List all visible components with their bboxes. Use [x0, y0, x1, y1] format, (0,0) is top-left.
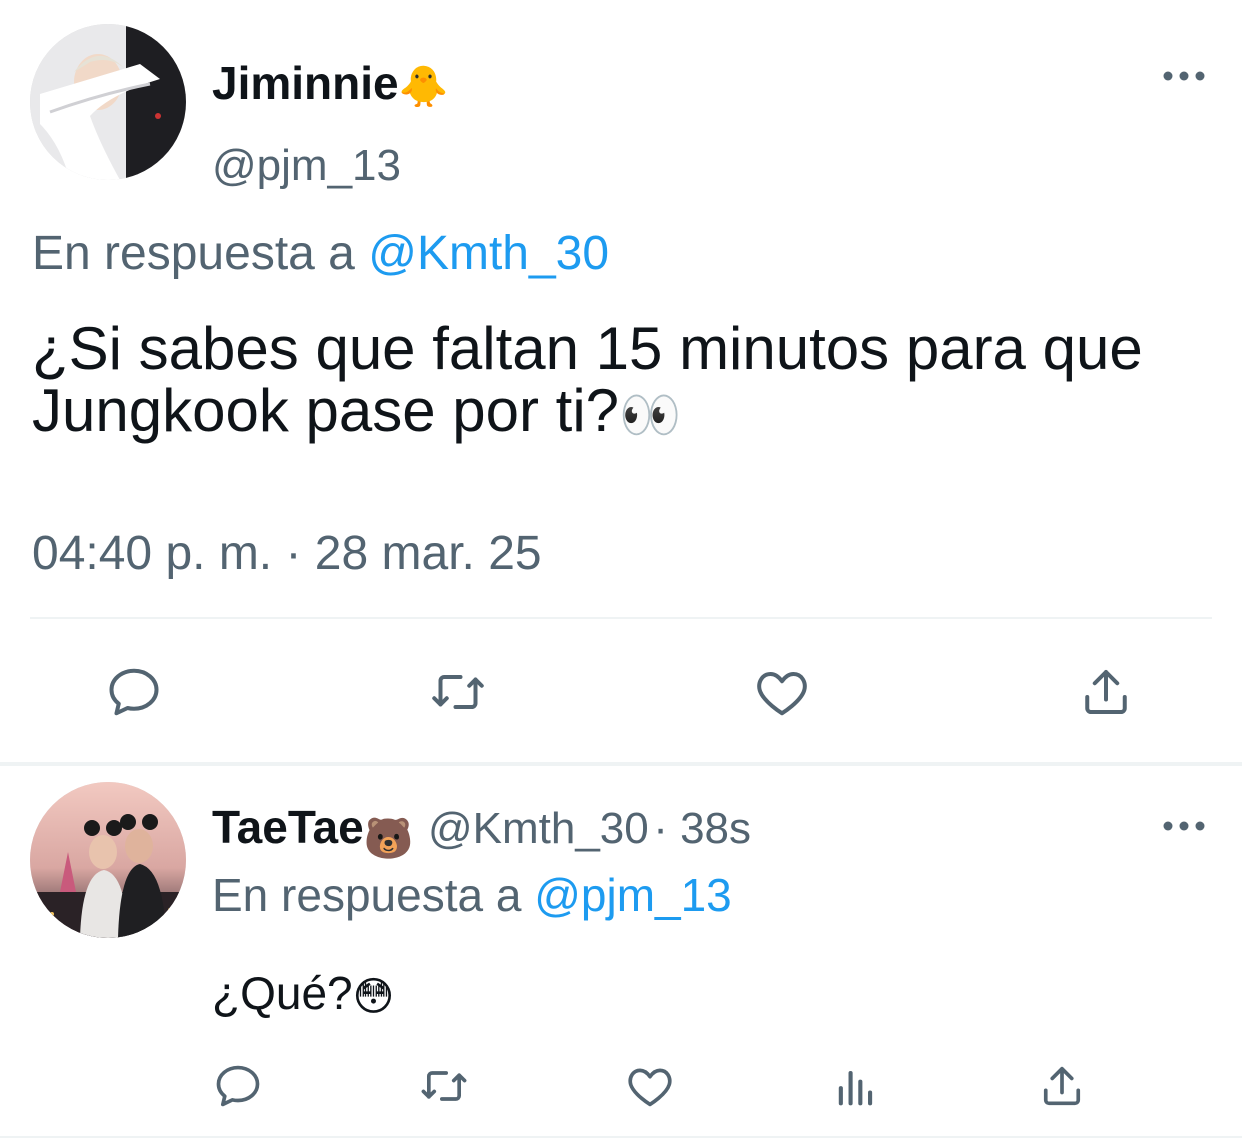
reply-to-link[interactable]: @Kmth_30: [368, 227, 609, 280]
retweet-icon[interactable]: [418, 1060, 470, 1112]
author-handle[interactable]: @Kmth_30: [428, 804, 649, 853]
timestamp[interactable]: 04:40 p. m. · 28 mar. 25: [32, 526, 542, 582]
avatar[interactable]: [30, 24, 186, 180]
author-name[interactable]: Jiminnie🐥: [212, 56, 448, 114]
like-icon[interactable]: [624, 1060, 676, 1112]
author-name-text[interactable]: TaeTae: [212, 801, 364, 853]
reply-context: En respuesta a @pjm_13: [212, 868, 732, 922]
share-icon[interactable]: [1076, 662, 1136, 722]
divider: [0, 762, 1242, 766]
flushed-emoji: 😳: [352, 974, 395, 1019]
tweet-text: ¿Qué?😳: [212, 966, 394, 1024]
more-options-icon[interactable]: [1160, 816, 1208, 836]
author-handle[interactable]: @pjm_13: [212, 140, 401, 192]
like-icon[interactable]: [752, 662, 812, 722]
retweet-icon[interactable]: [428, 662, 488, 722]
more-options-icon[interactable]: [1160, 66, 1208, 86]
tweet-text: ¿Si sabes que faltan 15 minutos para que…: [32, 318, 1212, 446]
reply-prefix: En respuesta a: [212, 869, 522, 921]
chick-emoji: 🐥: [398, 64, 449, 109]
divider: [0, 1136, 1242, 1138]
reply-to-link[interactable]: @pjm_13: [534, 869, 732, 921]
share-icon[interactable]: [1036, 1060, 1088, 1112]
reply-icon[interactable]: [104, 662, 164, 722]
avatar[interactable]: [30, 782, 186, 938]
author-name-text[interactable]: Jiminnie: [212, 57, 399, 109]
reply-header: TaeTae🐻 @Kmth_30 · 38s: [212, 800, 751, 866]
reply-context: En respuesta a @Kmth_30: [32, 226, 609, 282]
reply-icon[interactable]: [212, 1060, 264, 1112]
tweet-text-body: ¿Qué?: [212, 967, 353, 1019]
eyes-emoji: 👀: [619, 387, 682, 444]
tweet-text-body: ¿Si sabes que faltan 15 minutos para que…: [32, 315, 1143, 444]
time-ago[interactable]: · 38s: [653, 804, 751, 853]
reply-prefix: En respuesta a: [32, 227, 355, 280]
analytics-icon[interactable]: [830, 1060, 882, 1112]
bear-emoji: 🐻: [363, 816, 414, 861]
divider: [30, 617, 1212, 619]
